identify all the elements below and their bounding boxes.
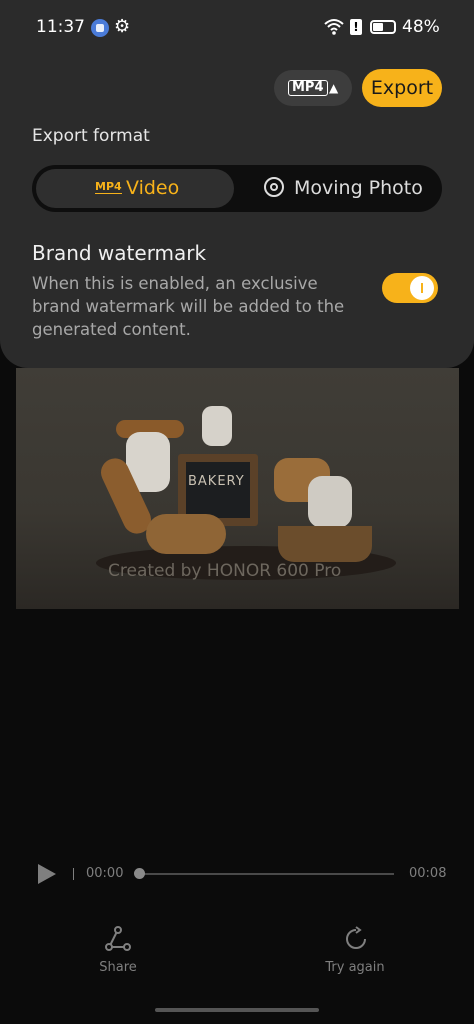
preview-basket [278, 526, 372, 562]
format-option-video[interactable]: MP4 Video [36, 169, 234, 208]
wifi-icon [324, 19, 344, 35]
seek-thumb[interactable] [134, 868, 145, 879]
format-dropdown-button[interactable]: MP4 ▲ [274, 70, 352, 106]
brand-watermark-description: When this is enabled, an exclusive brand… [32, 274, 345, 339]
status-bar: 11:37 ⚙ ! 48% [0, 0, 474, 56]
battery-percent: 48% [402, 17, 440, 37]
format-option-label: Video [126, 177, 180, 199]
format-option-label: Moving Photo [294, 177, 423, 199]
toggle-knob [410, 276, 434, 300]
mp4-video-icon: MP4 [95, 180, 122, 194]
battery-icon [370, 20, 396, 34]
home-indicator[interactable] [155, 1008, 319, 1012]
moving-photo-icon [264, 177, 284, 197]
alert-icon: ! [350, 19, 362, 35]
preview-watermark-text: Created by HONOR 600 Pro [108, 561, 342, 581]
preview-cat-figure [202, 406, 232, 446]
share-icon [105, 926, 131, 951]
status-time: 11:37 [36, 17, 85, 37]
export-format-selector: MP4 Video Moving Photo [32, 165, 442, 212]
export-button[interactable]: Export [362, 69, 442, 107]
caret-up-icon: ▲ [329, 81, 339, 95]
video-preview[interactable]: BAKERY Created by HONOR 600 Pro [16, 368, 459, 609]
gear-icon: ⚙ [114, 16, 131, 37]
brand-watermark-title: Brand watermark [32, 241, 207, 265]
share-button[interactable]: Share [88, 926, 148, 982]
divider [73, 868, 74, 880]
try-again-label: Try again [325, 960, 385, 975]
export-format-label: Export format [32, 126, 150, 146]
chalkboard-text: BAKERY [188, 474, 245, 489]
brand-watermark-toggle[interactable] [382, 273, 438, 303]
share-label: Share [99, 960, 137, 975]
seek-bar[interactable] [139, 873, 394, 875]
format-option-moving-photo[interactable]: Moving Photo [238, 169, 438, 208]
play-icon[interactable] [38, 864, 56, 884]
refresh-icon [346, 926, 366, 949]
preview-croissant [146, 514, 226, 554]
app-notification-icon [91, 19, 109, 37]
mp4-icon: MP4 [288, 80, 328, 96]
duration-time: 00:08 [409, 866, 447, 881]
preview-cat-figure [308, 476, 352, 528]
try-again-button[interactable]: Try again [322, 926, 388, 982]
current-time: 00:00 [86, 866, 124, 881]
